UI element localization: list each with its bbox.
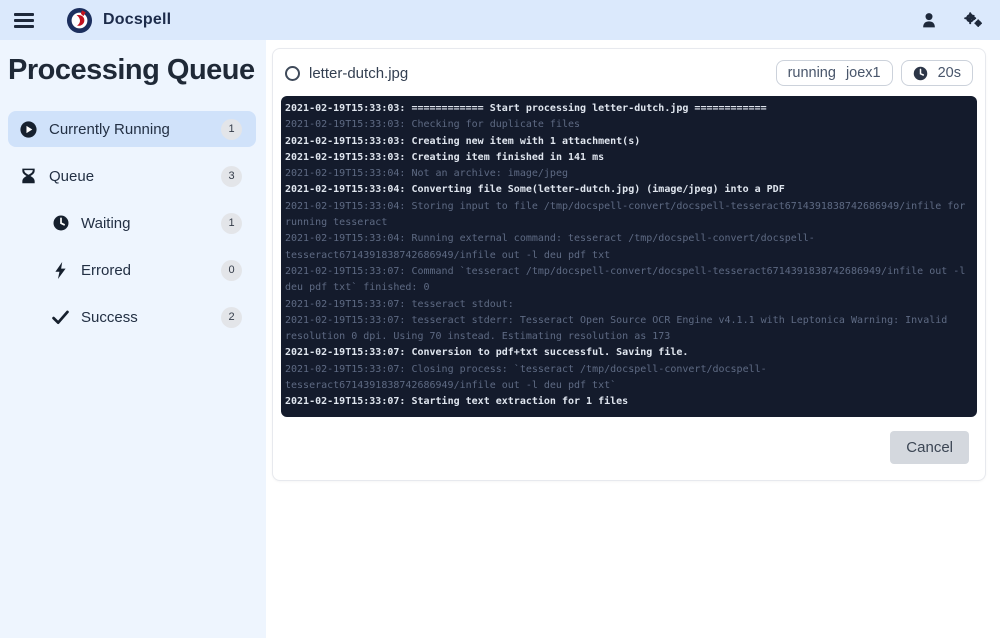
sidebar-item[interactable]: Queue 3 [8, 158, 256, 194]
check-icon [52, 309, 69, 326]
job-state-badge: running joex1 [775, 60, 893, 86]
log-timestamp: 2021-02-19T15:33:04: [285, 184, 406, 196]
job-card: letter-dutch.jpg running joex1 20s 2021-… [272, 48, 986, 481]
log-line: 2021-02-19T15:33:07: tesseract stdout: [285, 297, 974, 313]
sidebar-item-label: Queue [49, 167, 95, 185]
log-timestamp: 2021-02-19T15:33:07: [285, 396, 406, 408]
log-timestamp: 2021-02-19T15:33:03: [285, 103, 406, 114]
bolt-icon [52, 261, 69, 279]
log-line: 2021-02-19T15:33:07: tesseract stderr: T… [285, 313, 974, 346]
log-line: 2021-02-19T15:33:04: Running external co… [285, 231, 974, 264]
log-line: 2021-02-19T15:33:07: Closing process: `t… [285, 362, 974, 395]
cancel-button[interactable]: Cancel [890, 430, 969, 464]
log-line: 2021-02-19T15:33:03: Creating item finis… [285, 150, 974, 166]
log-message: tesseract stdout: [411, 298, 514, 310]
log-timestamp: 2021-02-19T15:33:07: [285, 347, 406, 359]
sidebar-item-label: Waiting [81, 214, 131, 232]
log-message: ============ Start processing letter-dut… [411, 103, 767, 114]
sidebar-item[interactable]: Success 2 [40, 299, 256, 335]
log-line: 2021-02-19T15:33:07: Conversion to pdf+t… [285, 345, 974, 361]
log-message: Converting file Some(letter-dutch.jpg) (… [411, 184, 785, 196]
count-badge: 2 [221, 306, 242, 328]
job-filename: letter-dutch.jpg [309, 64, 409, 82]
sidebar-item[interactable]: Waiting 1 [40, 205, 256, 241]
log-timestamp: 2021-02-19T15:33:07: [285, 363, 406, 375]
log-line: 2021-02-19T15:33:04: Converting file Som… [285, 182, 974, 198]
log-message: Checking for duplicate files [411, 119, 581, 131]
log-line: 2021-02-19T15:33:03: Checking for duplic… [285, 117, 974, 133]
log-line: 2021-02-19T15:33:03: Creating new item w… [285, 134, 974, 150]
play-circle-icon [20, 120, 37, 138]
log-timestamp: 2021-02-19T15:33:03: [285, 151, 406, 163]
log-line: 2021-02-19T15:33:03: ============ Start … [285, 101, 974, 117]
clock-icon [913, 66, 927, 80]
user-icon[interactable] [916, 7, 942, 33]
log-timestamp: 2021-02-19T15:33:07: [285, 265, 406, 277]
main-content: letter-dutch.jpg running joex1 20s 2021-… [266, 40, 1000, 638]
log-timestamp: 2021-02-19T15:33:04: [285, 233, 406, 245]
job-card-header: letter-dutch.jpg running joex1 20s [273, 49, 985, 96]
job-worker: joex1 [845, 65, 881, 81]
job-card-footer: Cancel [273, 417, 985, 480]
count-badge: 3 [221, 165, 242, 187]
log-timestamp: 2021-02-19T15:33:07: [285, 298, 406, 310]
log-line: 2021-02-19T15:33:04: Storing input to fi… [285, 199, 974, 232]
spinner-icon [285, 65, 300, 81]
count-badge: 1 [221, 118, 242, 140]
log-line: 2021-02-19T15:33:07: Starting text extra… [285, 394, 974, 410]
count-badge: 0 [221, 259, 242, 281]
log-line: 2021-02-19T15:33:04: Not an archive: ima… [285, 166, 974, 182]
log-timestamp: 2021-02-19T15:33:03: [285, 135, 406, 147]
menu-icon[interactable] [14, 12, 34, 28]
page-title: Processing Queue [8, 54, 255, 86]
job-duration: 20s [937, 65, 961, 81]
top-navbar: Docspell [0, 0, 1000, 40]
sidebar-item-label: Success [81, 308, 138, 326]
log-message: Creating item finished in 141 ms [411, 151, 605, 163]
log-line: 2021-02-19T15:33:07: Command `tesseract … [285, 264, 974, 297]
sidebar: Processing Queue Currently Running 1 Que… [0, 40, 266, 638]
count-badge: 1 [221, 212, 242, 234]
hourglass-icon [20, 168, 37, 185]
log-timestamp: 2021-02-19T15:33:03: [285, 119, 406, 131]
job-duration-badge: 20s [900, 60, 973, 86]
log-timestamp: 2021-02-19T15:33:07: [285, 314, 406, 326]
sidebar-item-label: Currently Running [49, 120, 170, 138]
sidebar-item[interactable]: Errored 0 [40, 252, 256, 288]
log-message: Creating new item with 1 attachment(s) [411, 135, 641, 147]
log-message: Starting text extraction for 1 files [411, 396, 629, 408]
log-message: Not an archive: image/jpeg [411, 168, 568, 180]
job-log-panel[interactable]: 2021-02-19T15:33:03: ============ Start … [281, 96, 977, 417]
log-timestamp: 2021-02-19T15:33:04: [285, 200, 406, 212]
docspell-logo-icon[interactable] [66, 7, 93, 34]
sidebar-item[interactable]: Currently Running 1 [8, 111, 256, 147]
log-timestamp: 2021-02-19T15:33:04: [285, 168, 406, 180]
sidebar-nav: Currently Running 1 Queue 3 Waiting 1 Er… [8, 111, 256, 335]
brand-name: Docspell [103, 11, 172, 28]
gears-icon[interactable] [960, 7, 986, 33]
sidebar-item-label: Errored [81, 261, 132, 279]
log-message: Conversion to pdf+txt successful. Saving… [411, 347, 689, 359]
job-state: running [787, 65, 836, 81]
clock-icon [52, 215, 69, 232]
